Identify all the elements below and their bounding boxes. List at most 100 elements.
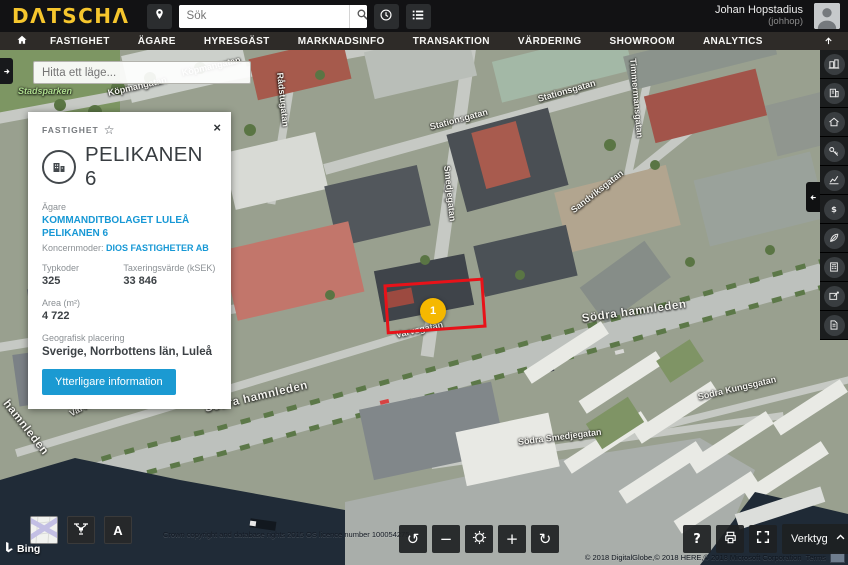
close-icon[interactable]: × — [211, 119, 223, 136]
dollar-icon: $ — [824, 199, 845, 220]
nav-collapse-button[interactable] — [819, 34, 838, 49]
list-icon — [411, 8, 425, 25]
document-icon — [824, 315, 845, 336]
sidebar-compose-button[interactable] — [820, 282, 848, 311]
layer-controls: A — [30, 516, 132, 544]
drone-view-button[interactable] — [67, 516, 95, 544]
bing-logo-icon — [4, 541, 15, 557]
calculator-icon — [824, 257, 845, 278]
property-type-label: FASTIGHET — [42, 125, 99, 135]
sidebar-documents-button[interactable] — [820, 311, 848, 340]
chevron-up-icon — [835, 532, 846, 546]
main-nav: FASTIGHET ÄGARE HYRESGÄST MARKNADSINFO T… — [0, 32, 848, 50]
search-input[interactable] — [179, 5, 349, 28]
arrow-right-icon — [2, 64, 11, 79]
parent-company-row: Koncernmoder: DIOS FASTIGHETER AB — [42, 243, 217, 253]
search-icon — [356, 8, 367, 24]
datscha-logo[interactable]: DΛTSCHΛ — [12, 4, 130, 28]
road-map-thumbnail-icon — [30, 516, 58, 544]
sidebar-key-button[interactable] — [820, 137, 848, 166]
print-button[interactable] — [716, 525, 744, 553]
global-search — [179, 5, 367, 28]
clock-icon — [379, 8, 393, 25]
label-toggle-button[interactable]: A — [104, 516, 132, 544]
area-value: 4 722 — [42, 310, 217, 322]
map-style-button[interactable] — [30, 516, 58, 544]
sidebar-property-report-button[interactable] — [820, 50, 848, 79]
home-icon — [16, 34, 28, 49]
drone-icon — [73, 521, 89, 540]
home-icon — [824, 112, 845, 133]
sidebar-calculator-button[interactable] — [820, 253, 848, 282]
zoom-out-button[interactable]: − — [432, 525, 460, 553]
top-bar: DΛTSCHΛ Johan Hopstadius (johhop) — [0, 0, 848, 32]
os-copyright-text: Crown copyright and database rights 2015… — [163, 530, 409, 539]
nav-item-transaktion[interactable]: TRANSAKTION — [399, 36, 504, 47]
right-toolbar: $ — [820, 50, 848, 340]
bing-label: Bing — [17, 543, 40, 555]
letter-a-label: A — [113, 523, 122, 538]
nav-item-agare[interactable]: ÄGARE — [124, 36, 190, 47]
fullscreen-icon — [756, 530, 770, 548]
parent-company-link[interactable]: DIOS FASTIGHETER AB — [106, 243, 209, 253]
compass-target-icon — [472, 530, 487, 549]
feather-icon — [824, 228, 845, 249]
sidebar-valuation-button[interactable]: $ — [820, 195, 848, 224]
sidebar-market-chart-button[interactable] — [820, 166, 848, 195]
area-label: Area (m²) — [42, 298, 217, 308]
nav-item-hyresgast[interactable]: HYRESGÄST — [190, 36, 284, 47]
rotate-ccw-button[interactable]: ↺ — [399, 525, 427, 553]
parent-company-label: Koncernmoder: — [42, 243, 106, 253]
svg-text:$: $ — [831, 204, 837, 214]
map-utility-controls: ? Verktyg — [683, 524, 848, 554]
list-button[interactable] — [406, 4, 431, 29]
help-button[interactable]: ? — [683, 525, 711, 553]
owner-label: Ägare — [42, 202, 217, 212]
nav-item-fastighet[interactable]: FASTIGHET — [36, 36, 124, 47]
map-controls: ↺ − + ↻ — [399, 525, 559, 553]
owner-link[interactable]: KOMMANDITBOLAGET LULEÅ PELIKANEN 6 — [42, 215, 217, 240]
collapse-sidebar-button[interactable] — [806, 182, 820, 212]
terms-link[interactable]: Terms — [806, 553, 826, 562]
geo-value: Sverige, Norrbottens län, Luleå — [42, 346, 217, 358]
nav-item-analytics[interactable]: ANALYTICS — [689, 36, 777, 47]
rotate-cw-button[interactable]: ↻ — [531, 525, 559, 553]
tools-label: Verktyg — [791, 533, 828, 545]
nav-home-button[interactable] — [10, 34, 36, 49]
property-popup: × FASTIGHET ☆ PELIKANEN 6 Ägare KOMMANDI… — [28, 112, 231, 409]
zoom-in-button[interactable]: + — [498, 525, 526, 553]
center-map-button[interactable] — [465, 525, 493, 553]
location-pin-icon — [153, 8, 166, 24]
line-chart-icon — [824, 170, 845, 191]
map-location-search-input[interactable] — [33, 61, 251, 84]
property-title: PELIKANEN 6 — [85, 143, 217, 191]
more-info-button[interactable]: Ytterligare information — [42, 369, 176, 395]
tax-value: 33 846 — [123, 275, 217, 287]
key-icon — [824, 141, 845, 162]
typecode-value: 325 — [42, 275, 123, 287]
avatar[interactable] — [814, 3, 840, 29]
printer-icon — [723, 530, 738, 549]
user-menu[interactable]: Johan Hopstadius (johhop) — [715, 4, 803, 28]
property-report-icon — [824, 54, 845, 75]
nav-item-vardering[interactable]: VÄRDERING — [504, 36, 596, 47]
search-button[interactable] — [349, 5, 367, 28]
favorite-star-icon[interactable]: ☆ — [104, 124, 115, 136]
sidebar-building-info-button[interactable] — [820, 79, 848, 108]
history-button[interactable] — [374, 4, 399, 29]
tools-menu-button[interactable]: Verktyg — [782, 524, 848, 554]
nav-item-showroom[interactable]: SHOWROOM — [596, 36, 689, 47]
map-marker[interactable]: 1 — [420, 298, 446, 324]
arrow-up-icon — [823, 34, 834, 49]
expand-left-panel-button[interactable] — [0, 58, 13, 84]
location-pin-button[interactable] — [147, 4, 172, 29]
compose-icon — [824, 286, 845, 307]
copyright-text: © 2018 DigitalGlobe,© 2018 HERE,© 2018 M… — [585, 553, 802, 562]
sidebar-home-button[interactable] — [820, 108, 848, 137]
building-info-icon — [824, 83, 845, 104]
user-handle: (johhop) — [715, 17, 803, 28]
nav-item-marknadsinfo[interactable]: MARKNADSINFO — [284, 36, 399, 47]
sidebar-notes-button[interactable] — [820, 224, 848, 253]
fullscreen-button[interactable] — [749, 525, 777, 553]
user-name: Johan Hopstadius — [715, 4, 803, 17]
